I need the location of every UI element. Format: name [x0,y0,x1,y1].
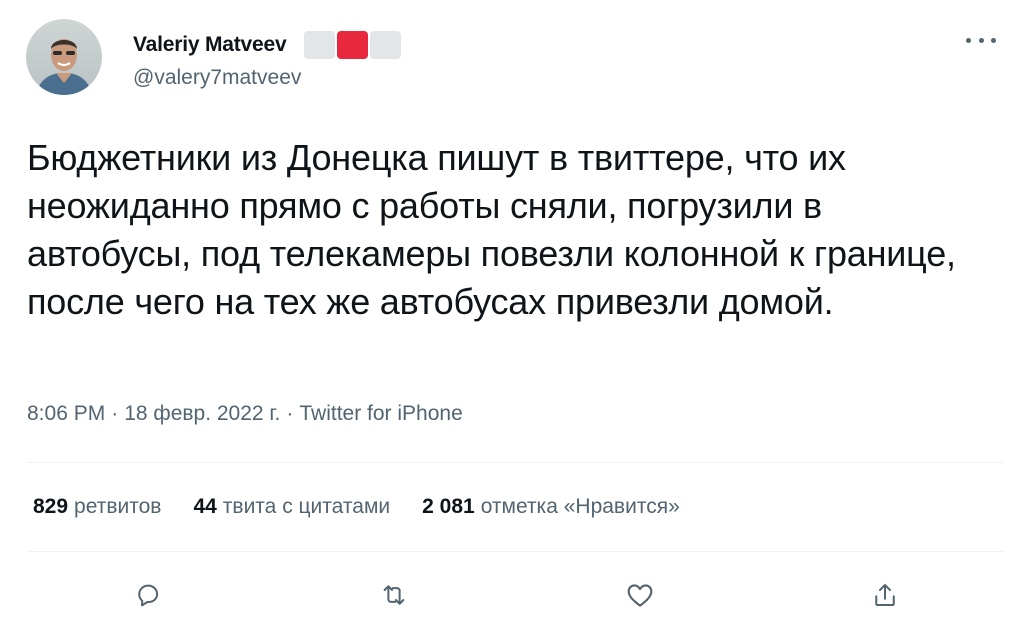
meta-separator: · [286,402,294,425]
like-button[interactable] [620,570,660,620]
avatar-photo-icon [26,19,102,95]
heart-icon [627,584,653,607]
name-row: Valeriy Matveev [133,30,402,60]
likes-label: отметка «Нравится» [480,495,680,518]
quotes-label: твита с цитатами [222,495,391,518]
divider [27,462,1004,463]
tweet-date[interactable]: 18 февр. 2022 г. [124,402,280,425]
user-handle[interactable]: @valery7matveev [133,66,301,90]
share-icon [875,584,895,606]
more-dot [978,37,984,43]
tweet-source[interactable]: Twitter for iPhone [299,402,462,425]
tweet-stats: 829 ретвитов 44 твита с цитатами 2 081 отме… [33,495,680,519]
divider [27,551,1004,552]
avatar[interactable] [26,19,102,95]
reply-icon [138,584,159,607]
share-button[interactable] [865,570,905,620]
quotes-stat[interactable]: 44 твита с цитатами [193,495,390,519]
retweets-count: 829 [33,495,69,518]
likes-stat[interactable]: 2 081 отметка «Нравится» [422,495,680,519]
retweet-icon [383,585,405,605]
likes-count: 2 081 [422,495,475,518]
tweet-text: Бюджетники из Донецка пишут в твиттере, … [27,137,956,322]
retweets-stat[interactable]: 829 ретвитов [33,495,161,519]
flag-stripe-right [370,31,402,59]
more-options-icon[interactable] [966,30,996,50]
tweet-actions [0,570,1024,620]
display-name[interactable]: Valeriy Matveev [133,33,287,57]
retweets-label: ретвитов [74,495,162,518]
tweet-card: Valeriy Matveev @valery7matveev Бюджетни… [0,0,1024,633]
quotes-count: 44 [193,495,217,518]
tweet-meta: 8:06 PM · 18 февр. 2022 г. · Twitter for iPh… [27,402,463,426]
flag-emoji-icon [304,31,402,59]
more-dot [966,37,971,43]
flag-stripe-middle [337,31,369,59]
reply-button[interactable] [128,570,168,620]
flag-stripe-left [304,31,336,59]
meta-separator: · [111,402,119,425]
more-dot [991,37,996,43]
tweet-time[interactable]: 8:06 PM [27,402,105,425]
retweet-button[interactable] [374,570,414,620]
